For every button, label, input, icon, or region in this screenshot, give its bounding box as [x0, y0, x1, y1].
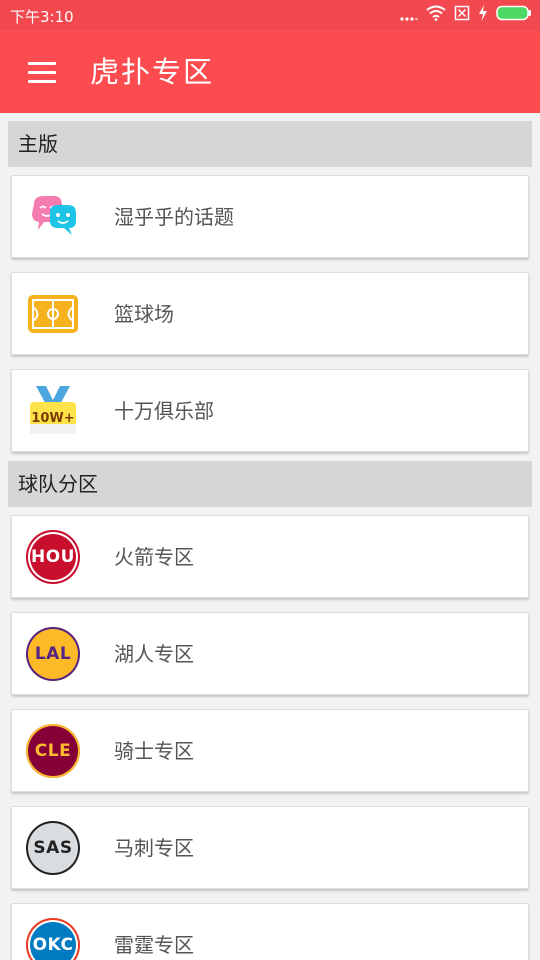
list-item-team-lal[interactable]: LAL 湖人专区 — [11, 612, 529, 695]
charging-icon — [478, 5, 488, 25]
list-item-label: 湖人专区 — [114, 642, 194, 666]
hou-team-logo: HOU — [26, 530, 80, 584]
app-bar: 虎扑专区 — [0, 30, 540, 113]
wifi-icon — [426, 5, 446, 25]
10w-medal-icon: 10W+ — [26, 384, 80, 438]
list-item-team-sas[interactable]: SAS 马刺专区 — [11, 806, 529, 889]
list-item-label: 骑士专区 — [114, 739, 194, 763]
lal-team-logo: LAL — [26, 627, 80, 681]
list-item-team-cle[interactable]: CLE 骑士专区 — [11, 709, 529, 792]
okc-team-logo: OKC — [26, 918, 80, 960]
list-item-label: 马刺专区 — [114, 836, 194, 860]
status-icons — [400, 5, 532, 25]
medal-text: 10W+ — [31, 411, 74, 426]
status-bar: 下午3:10 — [0, 0, 540, 30]
list-item-court[interactable]: 篮球场 — [11, 272, 529, 355]
cle-team-logo: CLE — [26, 724, 80, 778]
list-item-label: 雷霆专区 — [114, 933, 194, 957]
list-item-topic[interactable]: 湿乎乎的话题 — [11, 175, 529, 258]
forum-list[interactable]: 主版 湿乎乎的话题 篮球场 10W+ 十万俱乐部 球队分区 HOU 火箭专区 L… — [0, 113, 540, 960]
sas-team-logo: SAS — [26, 821, 80, 875]
page-title: 虎扑专区 — [90, 55, 215, 89]
hamburger-menu-icon[interactable] — [22, 54, 62, 90]
section-header-teams: 球队分区 — [8, 461, 532, 507]
list-item-label: 十万俱乐部 — [114, 399, 214, 423]
basketball-court-icon — [26, 287, 80, 341]
logo-text: SAS — [33, 838, 73, 858]
chat-bubbles-icon — [26, 190, 80, 244]
status-time: 下午3:10 — [10, 8, 74, 26]
battery-icon — [496, 5, 532, 25]
list-item-100k-club[interactable]: 10W+ 十万俱乐部 — [11, 369, 529, 452]
logo-text: HOU — [31, 547, 75, 567]
list-item-label: 篮球场 — [114, 302, 174, 326]
logo-text: CLE — [34, 741, 72, 761]
logo-text: LAL — [34, 644, 72, 664]
section-header-main: 主版 — [8, 121, 532, 167]
list-item-team-okc[interactable]: OKC 雷霆专区 — [11, 903, 529, 960]
list-item-label: 火箭专区 — [114, 545, 194, 569]
no-sim-icon — [454, 5, 470, 25]
logo-text: OKC — [32, 935, 74, 955]
signal-dots-icon — [400, 6, 418, 25]
list-item-label: 湿乎乎的话题 — [114, 205, 234, 229]
list-item-team-hou[interactable]: HOU 火箭专区 — [11, 515, 529, 598]
